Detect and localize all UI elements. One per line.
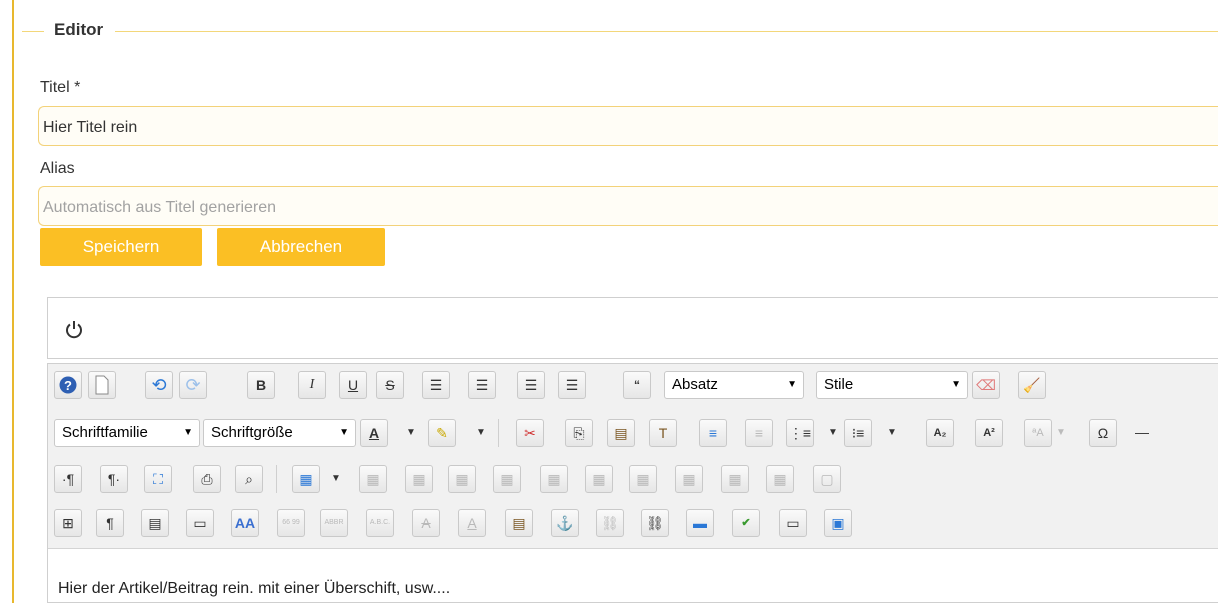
new-document-icon[interactable] bbox=[88, 371, 116, 399]
link-icon[interactable]: ⛓ bbox=[641, 509, 669, 537]
styles-icon[interactable]: AA bbox=[231, 509, 259, 537]
bullet-list-icon[interactable]: ⁝≡ bbox=[844, 419, 872, 447]
bold-icon[interactable]: B bbox=[247, 371, 275, 399]
cancel-button[interactable]: Abbrechen bbox=[217, 228, 385, 266]
font-size-select[interactable]: Schriftgröße ▼ bbox=[203, 419, 356, 447]
toolbar-separator bbox=[276, 465, 277, 493]
split-cells-icon[interactable]: ▦ bbox=[766, 465, 794, 493]
svg-text:?: ? bbox=[64, 378, 72, 393]
eraser-icon[interactable]: ⌫ bbox=[972, 371, 1000, 399]
format-select[interactable]: Absatz ▼ bbox=[664, 371, 804, 399]
readmore-icon[interactable]: ▭ bbox=[779, 509, 807, 537]
editor-content[interactable]: Hier der Artikel/Beitrag rein. mit einer… bbox=[58, 580, 450, 598]
find-icon[interactable]: ⌕ bbox=[235, 465, 263, 493]
superscript-icon[interactable]: A² bbox=[975, 419, 1003, 447]
character-case-icon[interactable]: ªA bbox=[1024, 419, 1052, 447]
alias-label: Alias bbox=[40, 160, 75, 177]
show-blocks-icon[interactable]: ¶ bbox=[96, 509, 124, 537]
cut-icon[interactable]: ✂ bbox=[516, 419, 544, 447]
chevron-down-icon[interactable]: ▼ bbox=[329, 465, 343, 493]
text-color-icon[interactable]: A bbox=[360, 419, 388, 447]
toolbar-separator bbox=[498, 419, 499, 447]
fieldset-top-border bbox=[22, 31, 1218, 32]
table-row-props-icon[interactable]: ▦ bbox=[405, 465, 433, 493]
font-family-select[interactable]: Schriftfamilie ▼ bbox=[54, 419, 200, 447]
insert-row-before-icon[interactable]: ▦ bbox=[493, 465, 521, 493]
table-delete-icon[interactable]: ▦ bbox=[359, 465, 387, 493]
save-button[interactable]: Speichern bbox=[40, 228, 202, 266]
fullscreen-icon[interactable]: ⛶ bbox=[144, 465, 172, 493]
insert-text-icon[interactable]: A bbox=[458, 509, 486, 537]
acronym-icon[interactable]: A.B.C. bbox=[366, 509, 394, 537]
align-center-icon[interactable]: ☰ bbox=[468, 371, 496, 399]
insert-col-after-icon[interactable]: ▦ bbox=[675, 465, 703, 493]
paste-icon[interactable]: ▤ bbox=[607, 419, 635, 447]
blockquote-icon[interactable]: “ bbox=[623, 371, 651, 399]
broom-icon[interactable]: 🧹 bbox=[1018, 371, 1046, 399]
paste-text-icon[interactable]: T bbox=[649, 419, 677, 447]
image-icon[interactable]: ▬ bbox=[686, 509, 714, 537]
attributes-icon[interactable]: ▤ bbox=[505, 509, 533, 537]
italic-icon[interactable]: I bbox=[298, 371, 326, 399]
print-icon[interactable]: ⎙ bbox=[193, 465, 221, 493]
styles-select[interactable]: Stile ▼ bbox=[816, 371, 968, 399]
copy-icon[interactable]: ⎘ bbox=[565, 419, 593, 447]
highlight-color-icon[interactable]: ✎ bbox=[428, 419, 456, 447]
align-justify-icon[interactable]: ☰ bbox=[422, 371, 450, 399]
underline-icon[interactable]: U bbox=[339, 371, 367, 399]
chevron-down-icon[interactable]: ▼ bbox=[1054, 419, 1068, 447]
visual-aid-icon[interactable]: ⊞ bbox=[54, 509, 82, 537]
horizontal-rule-icon[interactable]: — bbox=[1128, 419, 1156, 447]
spellcheck-icon[interactable]: ✔ bbox=[732, 509, 760, 537]
delete-col-icon[interactable]: ▦ bbox=[721, 465, 749, 493]
chevron-down-icon[interactable]: ▼ bbox=[474, 419, 488, 447]
article-icon[interactable]: ▣ bbox=[824, 509, 852, 537]
title-input[interactable]: Hier Titel rein bbox=[38, 106, 1218, 146]
ordered-list-icon[interactable]: ⋮≡ bbox=[786, 419, 814, 447]
chevron-down-icon[interactable]: ▼ bbox=[404, 419, 418, 447]
outdent-icon[interactable]: ≡ bbox=[745, 419, 773, 447]
subscript-icon[interactable]: A₂ bbox=[926, 419, 954, 447]
table-cell-props-icon[interactable]: ▦ bbox=[448, 465, 476, 493]
anchor-icon[interactable]: ⚓ bbox=[551, 509, 579, 537]
help-icon[interactable]: ? bbox=[54, 371, 82, 399]
unlink-icon[interactable]: ⛓ bbox=[596, 509, 624, 537]
redo-icon[interactable]: ⟳ bbox=[179, 371, 207, 399]
abbr-icon[interactable]: ABBR bbox=[320, 509, 348, 537]
chevron-down-icon[interactable]: ▼ bbox=[826, 419, 840, 447]
template-icon[interactable]: ▭ bbox=[186, 509, 214, 537]
cite-icon[interactable]: 66 99 bbox=[277, 509, 305, 537]
editor-header bbox=[47, 297, 1218, 359]
align-right-icon[interactable]: ☰ bbox=[558, 371, 586, 399]
ltr-direction-icon[interactable]: ·¶ bbox=[54, 465, 82, 493]
insert-col-before-icon[interactable]: ▦ bbox=[629, 465, 657, 493]
editor-toolbars: ? ⟲ ⟳ B I U S ☰ ☰ ☰ ☰ “ Absatz ▼ Stile ▼ ⌫… bbox=[48, 364, 1218, 549]
undo-icon[interactable]: ⟲ bbox=[145, 371, 173, 399]
indent-icon[interactable]: ≡ bbox=[699, 419, 727, 447]
delete-text-icon[interactable]: A bbox=[412, 509, 440, 537]
merge-cells-icon[interactable]: ▢ bbox=[813, 465, 841, 493]
alias-input[interactable]: Automatisch aus Titel generieren bbox=[38, 186, 1218, 226]
power-icon[interactable] bbox=[64, 320, 84, 340]
special-character-icon[interactable]: Ω bbox=[1089, 419, 1117, 447]
fieldset-legend: Editor bbox=[44, 20, 116, 40]
rtl-direction-icon[interactable]: ¶· bbox=[100, 465, 128, 493]
fieldset-left-border bbox=[12, 0, 14, 603]
table-icon[interactable]: ▦ bbox=[292, 465, 320, 493]
insert-row-after-icon[interactable]: ▦ bbox=[540, 465, 568, 493]
page-break-icon[interactable]: ▤ bbox=[141, 509, 169, 537]
align-left-icon[interactable]: ☰ bbox=[517, 371, 545, 399]
title-label: Titel * bbox=[40, 79, 81, 96]
delete-row-icon[interactable]: ▦ bbox=[585, 465, 613, 493]
strikethrough-icon[interactable]: S bbox=[376, 371, 404, 399]
chevron-down-icon[interactable]: ▼ bbox=[885, 419, 899, 447]
